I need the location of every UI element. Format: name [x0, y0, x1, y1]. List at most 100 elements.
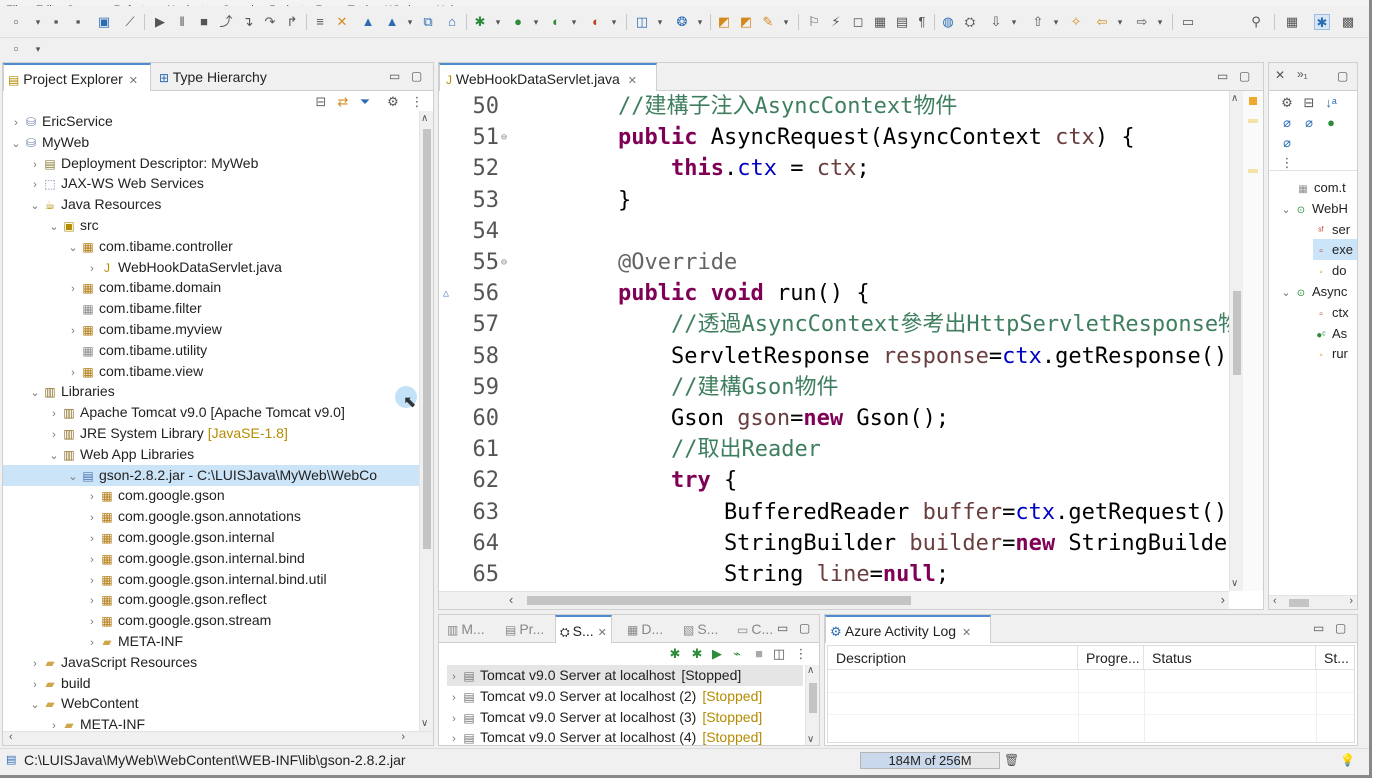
editor-hscrollbar[interactable]: ‹ ›: [439, 591, 1229, 609]
tree-item[interactable]: ▦ com.tibame.filter: [66, 298, 201, 319]
hide-static-icon[interactable]: ⌀: [1301, 115, 1317, 131]
maximize-icon[interactable]: ▢: [1239, 69, 1250, 83]
back-dropdown-icon[interactable]: ▾: [1112, 14, 1128, 30]
expanded-icon[interactable]: ⌄: [66, 467, 80, 488]
show-whitespace-icon[interactable]: ¶: [914, 14, 930, 30]
run-dropdown-icon[interactable]: ▾: [528, 14, 544, 30]
outline-hscrollbar[interactable]: ‹ ›: [1269, 595, 1357, 609]
code-line[interactable]: 60 Gson gson=new Gson();: [439, 403, 1229, 434]
terminate-icon[interactable]: ■: [196, 14, 212, 30]
tree-item[interactable]: › ▦ com.tibame.view: [66, 361, 203, 382]
external-tools-dropdown-icon[interactable]: ▾: [606, 14, 622, 30]
editor-scroll-thumb[interactable]: [1233, 291, 1241, 375]
more-views-icon[interactable]: »₁: [1297, 67, 1308, 81]
tree-item[interactable]: › ▰ JavaScript Resources: [28, 652, 197, 673]
code-area[interactable]: 50 //建構子注入AsyncContext物件 51 ⊖ public Async…: [439, 91, 1229, 591]
servers-scroll-thumb[interactable]: [809, 683, 817, 713]
hide-fields-icon[interactable]: ⌀: [1279, 115, 1295, 131]
scroll-right-icon[interactable]: ›: [1221, 592, 1225, 607]
close-icon[interactable]: ✕: [628, 75, 637, 87]
open-type-icon[interactable]: ◩: [716, 14, 732, 30]
debug-perspective-icon[interactable]: ▩: [1340, 14, 1356, 30]
minimize-icon[interactable]: ▭: [1313, 621, 1324, 635]
scroll-down-icon[interactable]: ∨: [807, 734, 814, 745]
forward-icon[interactable]: ⇨: [1134, 14, 1150, 30]
occurrence-marker[interactable]: [1248, 169, 1258, 173]
use-step-filters-icon[interactable]: ≡: [312, 14, 328, 30]
column-status[interactable]: Status: [1144, 646, 1316, 670]
tree-item[interactable]: ⌄ ▥ Web App Libraries: [47, 444, 194, 465]
code-line[interactable]: 62 try {: [439, 465, 1229, 496]
tree-item[interactable]: › ▦ com.tibame.myview: [66, 319, 222, 340]
toggle-block-icon[interactable]: ◻: [850, 14, 866, 30]
explorer-scroll-thumb[interactable]: [423, 129, 431, 549]
view-menu-icon[interactable]: ⋮: [1279, 155, 1295, 171]
coverage-dropdown-icon[interactable]: ▾: [566, 14, 582, 30]
tree-item[interactable]: ⌄ ▦ com.tibame.controller: [66, 236, 232, 257]
forward-dropdown-icon[interactable]: ▾: [1152, 14, 1168, 30]
tree-item[interactable]: ⌄ ▣ src: [47, 215, 98, 238]
expanded-icon[interactable]: ⌄: [28, 695, 42, 716]
editor-scrollbar[interactable]: ∧ ∨: [1229, 91, 1243, 591]
tree-item[interactable]: › ▦ com.google.gson.annotations: [85, 506, 301, 527]
debug-icon[interactable]: ✱: [689, 646, 705, 662]
tab-project-explorer[interactable]: ▤ Project Explorer ✕: [3, 63, 151, 91]
collapse-all-icon[interactable]: ⊟: [1301, 95, 1317, 111]
save-icon[interactable]: ▪: [48, 14, 64, 30]
tree-item[interactable]: › ▥ Apache Tomcat v9.0 [Apache Tomcat v9.0…: [47, 402, 345, 423]
minimize-icon[interactable]: ▭: [777, 621, 788, 635]
fold-icon[interactable]: ⊖: [501, 122, 507, 153]
code-line[interactable]: 54: [439, 216, 1229, 247]
maximize-icon[interactable]: ▢: [1337, 69, 1348, 83]
heap-status[interactable]: 184M of 256M: [860, 752, 1000, 769]
azure-lock-icon[interactable]: ⌂: [444, 14, 460, 30]
editor-hscroll-thumb[interactable]: [527, 596, 911, 605]
explorer-hscrollbar[interactable]: ‹ ›: [3, 731, 433, 745]
debug-dropdown-icon[interactable]: ▾: [490, 14, 506, 30]
outline-item[interactable]: ◦ rur: [1269, 343, 1357, 364]
debug-icon[interactable]: ✱: [472, 14, 488, 30]
toggle-whitespace-icon[interactable]: ▦: [872, 14, 888, 30]
tree-item[interactable]: › ▰ META-INF: [47, 714, 145, 731]
step-over-icon[interactable]: ↷: [262, 14, 278, 30]
code-line[interactable]: 57 //透過AsyncContext參考出HttpServletRespons…: [439, 309, 1230, 340]
gc-icon[interactable]: 🗑: [1004, 749, 1019, 771]
warning-marker[interactable]: [1249, 97, 1257, 105]
tab-snippets[interactable]: ▧ S...: [679, 615, 722, 643]
server-row[interactable]: › ▤ Tomcat v9.0 Server at localhost (2) [St…: [447, 686, 803, 707]
outline-item[interactable]: ⌄ ⊙ WebH: [1269, 198, 1357, 219]
tree-item[interactable]: › ▦ com.google.gson.internal.bind: [85, 548, 305, 569]
tab-console[interactable]: ▭ C...: [733, 615, 777, 643]
tree-item[interactable]: › ▦ com.google.gson.stream: [85, 610, 271, 631]
suspend-icon[interactable]: ‖: [174, 14, 190, 30]
tree-item[interactable]: › ▰ META-INF: [85, 631, 183, 652]
search-dropdown-icon[interactable]: ▾: [778, 14, 794, 30]
java-ee-perspective-icon[interactable]: ✱: [1314, 14, 1330, 30]
close-icon[interactable]: ✕: [129, 75, 138, 87]
scroll-left-icon[interactable]: ‹: [9, 731, 13, 743]
new-dropdown-icon[interactable]: ▾: [30, 14, 46, 30]
tab-marker[interactable]: ▥ M...: [443, 615, 489, 643]
outline-item[interactable]: ⌄ ⊙ Async: [1269, 281, 1357, 302]
view-menu-icon[interactable]: ⋮: [409, 94, 425, 110]
new-icon[interactable]: ▫: [8, 14, 24, 30]
scroll-left-icon[interactable]: ‹: [1273, 595, 1277, 607]
search-icon[interactable]: ⚲: [1248, 14, 1264, 30]
skip-breakpoints-icon[interactable]: ⟋: [122, 14, 138, 30]
servers-scrollbar[interactable]: ∧ ∨: [805, 665, 819, 745]
resume-icon[interactable]: ▶: [152, 14, 168, 30]
filter-icon[interactable]: ⏷: [357, 94, 373, 110]
code-line[interactable]: 56 △ public void run() {: [439, 278, 1229, 309]
override-marker-icon[interactable]: △: [443, 278, 449, 309]
expanded-icon[interactable]: ⌄: [47, 217, 61, 238]
new-window-dropdown-icon[interactable]: ▾: [30, 41, 46, 57]
new-server-dropdown-icon[interactable]: ▾: [652, 14, 668, 30]
tree-item[interactable]: › ▤ Deployment Descriptor: MyWeb: [28, 153, 258, 174]
tab-datasource[interactable]: ▦ D...: [623, 615, 667, 643]
fold-icon[interactable]: ⊖: [501, 247, 507, 278]
save-all-icon[interactable]: ▪: [70, 14, 86, 30]
hide-local-types-icon[interactable]: ⌀: [1279, 135, 1295, 151]
azure-dropdown-icon[interactable]: ▾: [402, 14, 418, 30]
code-line[interactable]: 61 //取出Reader: [439, 434, 1229, 465]
explorer-scrollbar[interactable]: ∧ ∨: [419, 111, 433, 731]
